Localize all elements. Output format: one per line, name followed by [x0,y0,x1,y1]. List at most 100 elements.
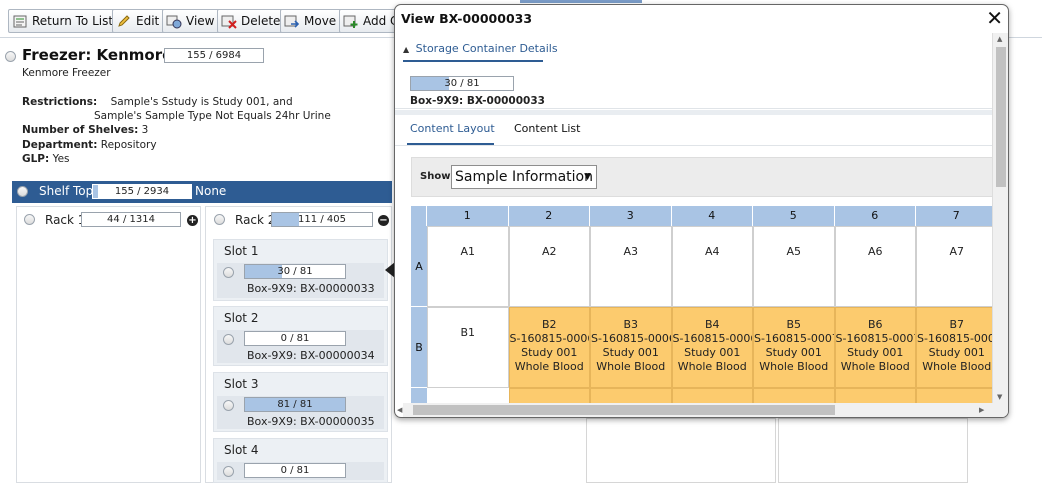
move-icon [284,13,300,29]
details-section-toggle[interactable]: ▲ Storage Container Details [403,42,558,55]
grid-corner [411,206,427,226]
cell-sample: S-160815-00070 [754,332,834,345]
slot-3-capacity-bar: 81 / 81 [244,397,346,412]
row-header: B [411,307,427,388]
rack-2-collapse-button[interactable]: − [378,215,389,226]
vertical-scrollbar[interactable]: ▲ ▼ [992,33,1008,417]
column-header: 1 [427,206,509,226]
sample-cell[interactable]: B2S-160815-00067Study 001Whole Blood [508,307,590,388]
close-icon[interactable]: ✕ [986,6,1003,30]
tab-content-layout[interactable]: Content Layout [410,122,495,135]
slot-3-box-name[interactable]: Box-9X9: BX-00000035 [247,415,375,428]
cell-type: Whole Blood [677,360,747,373]
vertical-scroll-thumb[interactable] [996,47,1006,187]
return-to-list-button[interactable]: Return To List [8,9,120,33]
empty-cell[interactable]: A6 [834,226,916,307]
slot-1-capacity-bar: 30 / 81 [244,264,346,279]
scroll-right-icon[interactable]: ▶ [979,406,984,414]
edit-label: Edit [136,14,160,28]
column-header: 6 [834,206,916,226]
slot-1[interactable]: Slot 1 30 / 81 Box-9X9: BX-00000033 [213,239,388,301]
pencil-icon [116,13,132,29]
rack-1-capacity-bar: 44 / 1314 [81,212,181,227]
rack-2-radio[interactable] [214,214,225,225]
shelf-header[interactable]: Shelf Top 155 / 2934 None [12,181,392,203]
column-header: 5 [753,206,835,226]
container-capacity-bar: 30 / 81 [410,76,514,91]
slot-3[interactable]: Slot 3 81 / 81 Box-9X9: BX-00000035 [213,372,388,432]
cell-pos: B1 [460,326,476,339]
details-section-underline [403,60,543,62]
cell-type: Whole Blood [922,360,992,373]
cell-pos: B3 [623,318,639,331]
show-select[interactable]: Sample Information ▼ [451,165,597,189]
cell-type: Whole Blood [596,360,666,373]
column-header: 3 [590,206,672,226]
rack-1-expand-button[interactable]: + [187,215,198,226]
empty-cell[interactable]: A7 [916,226,992,307]
top-accent-line [520,0,642,3]
dialog-title: View BX-00000033 [401,11,533,26]
shelf-radio[interactable] [17,186,28,197]
move-label: Move [304,14,337,28]
sample-cell[interactable]: B7S-160815-00072Study 001Whole Blood [916,307,992,388]
slot-2-box-name[interactable]: Box-9X9: BX-00000034 [247,349,375,362]
freezer-subtitle: Kenmore Freezer [22,67,111,79]
freezer-capacity-text: 155 / 6984 [186,50,242,61]
background-card [586,418,776,483]
cell-sample: S-160815-00068 [591,332,671,345]
sample-cell[interactable]: B5S-160815-00070Study 001Whole Blood [753,307,835,388]
empty-cell[interactable]: A3 [590,226,672,307]
sample-cell[interactable]: B4S-160815-00069Study 001Whole Blood [671,307,753,388]
slot-2[interactable]: Slot 2 0 / 81 Box-9X9: BX-00000034 [213,306,388,366]
shelf-note: None [195,184,227,198]
row-header: A [411,226,427,307]
slot-4-radio[interactable] [223,466,234,477]
tabs-border [395,145,992,146]
return-to-list-label: Return To List [32,14,114,28]
empty-cell[interactable]: A2 [508,226,590,307]
empty-cell[interactable]: A4 [671,226,753,307]
restrictions-label: Restrictions: [22,96,98,108]
slot-4[interactable]: Slot 4 0 / 81 [213,438,388,483]
container-capacity-text: 30 / 81 [444,78,480,89]
next-row-cell [916,388,992,403]
column-header: 2 [508,206,590,226]
horizontal-scroll-thumb[interactable] [413,405,835,415]
details-section: ▲ Storage Container Details 30 / 81 Box-… [395,33,992,109]
cell-type: Whole Blood [759,360,829,373]
sample-cell[interactable]: B6S-160815-00071Study 001Whole Blood [834,307,916,388]
freezer-radio[interactable] [5,51,16,62]
delete-button[interactable]: Delete [217,9,287,33]
slot-1-box-name[interactable]: Box-9X9: BX-00000033 [247,282,375,295]
horizontal-scrollbar[interactable]: ◀ ▶ [397,403,993,417]
slot-1-radio[interactable] [223,267,234,278]
chevron-down-icon: ▼ [584,172,591,182]
cell-sample: S-160815-00071 [835,332,916,345]
empty-cell[interactable]: B1 [427,307,509,388]
scroll-down-icon[interactable]: ▼ [997,393,1002,401]
edit-button[interactable]: Edit [112,9,166,33]
shelves-label: Number of Shelves: [22,124,139,136]
slot-2-radio[interactable] [223,334,234,345]
empty-cell[interactable]: A5 [753,226,835,307]
empty-cell[interactable]: A1 [427,226,509,307]
background-card [778,418,968,483]
add-button[interactable]: Add C [339,9,399,33]
tab-content-list[interactable]: Content List [514,122,580,135]
scroll-up-icon[interactable]: ▲ [997,35,1002,43]
view-button[interactable]: View [162,9,221,33]
move-button[interactable]: Move [280,9,343,33]
slot-3-radio[interactable] [223,400,234,411]
sample-cell[interactable]: B3S-160815-00068Study 001Whole Blood [590,307,672,388]
slot-1-capacity-text: 30 / 81 [277,266,313,277]
column-header: 7 [916,206,992,226]
rack-1-radio[interactable] [24,214,35,225]
cell-pos: A6 [867,245,883,258]
cell-pos: A3 [623,245,639,258]
cell-sample: S-160815-00072 [917,332,992,345]
slot-4-label: Slot 4 [224,443,259,457]
scroll-left-icon[interactable]: ◀ [397,406,402,414]
section-divider [395,110,992,115]
view-label: View [186,14,215,28]
